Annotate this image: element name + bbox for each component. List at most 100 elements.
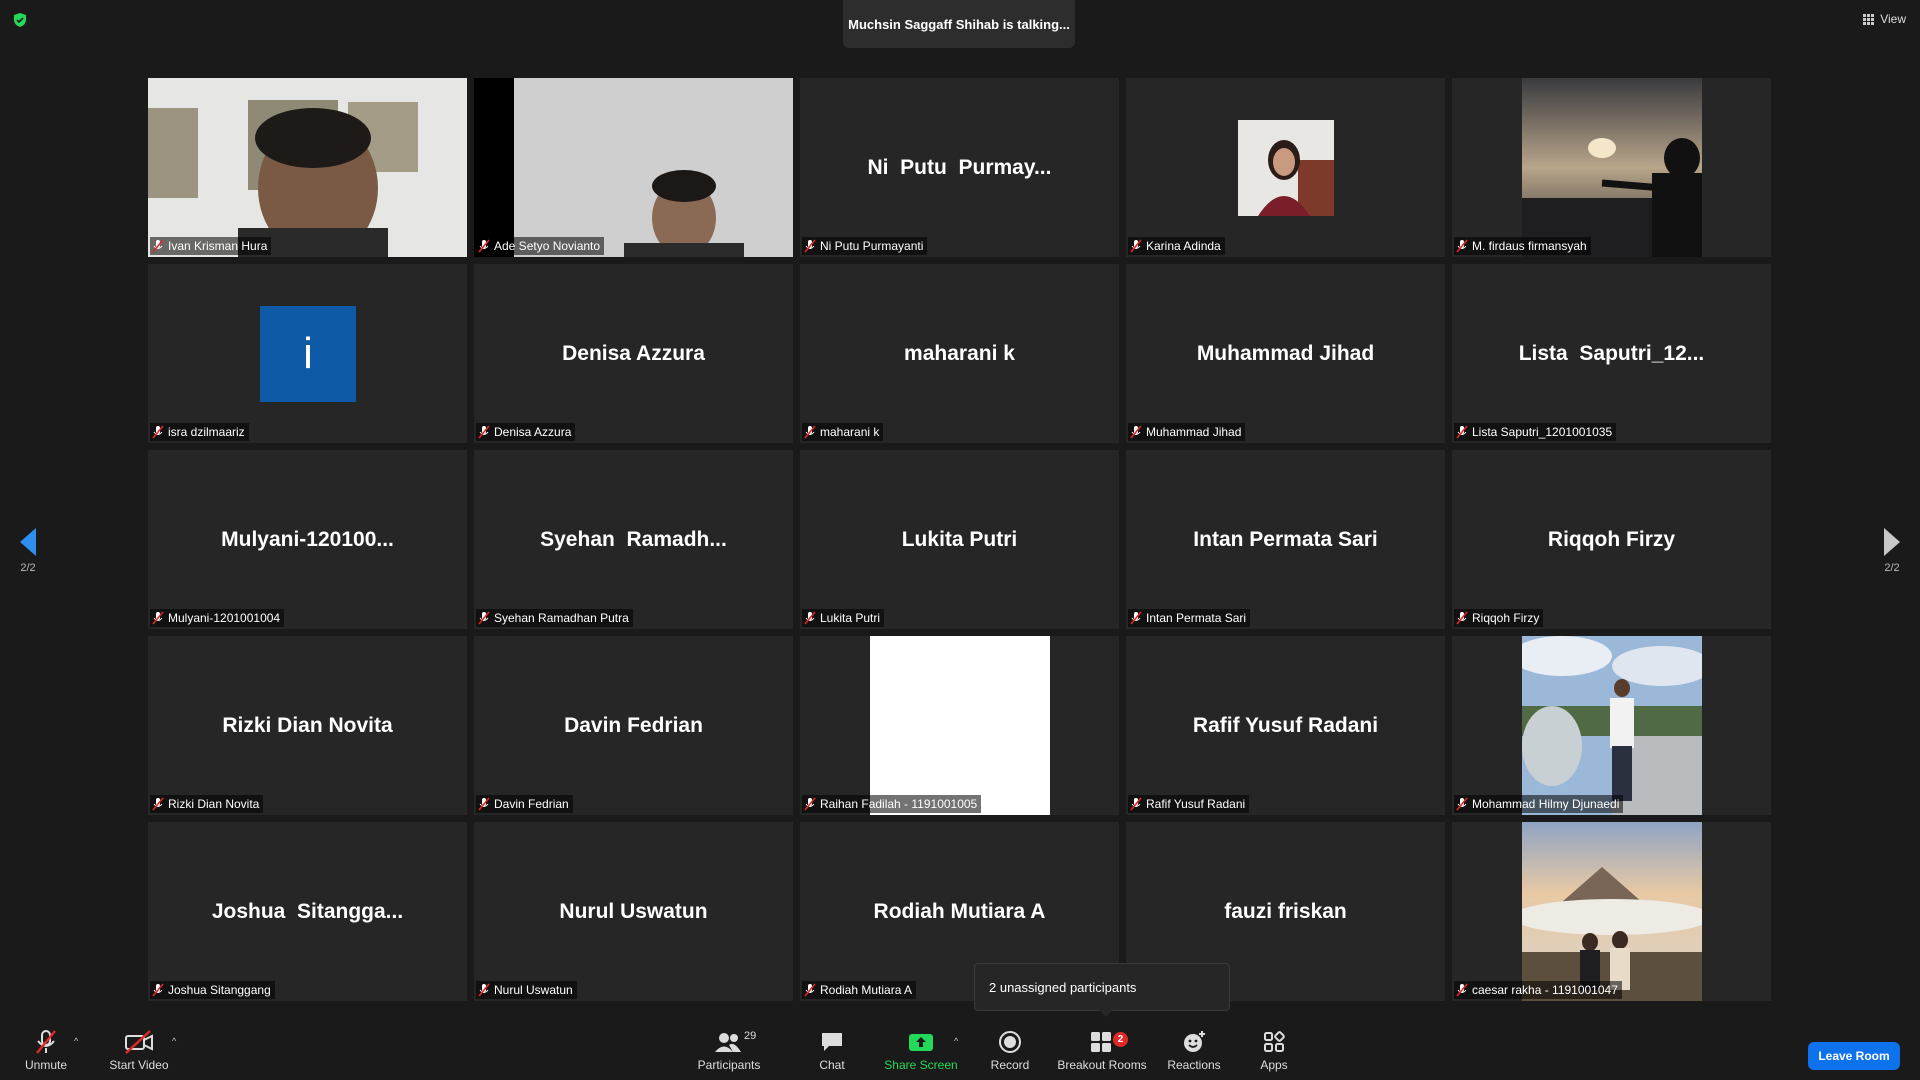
- participant-name-tag: Riqqoh Firzy: [1454, 609, 1544, 627]
- participant-name-tag: Mulyani-1201001004: [150, 609, 285, 627]
- participant-display-name: Denisa Azzura: [562, 341, 705, 365]
- next-page-button[interactable]: 2/2: [1872, 528, 1912, 574]
- participant-name-tag: Karina Adinda: [1128, 237, 1225, 255]
- grid-view-icon: [1863, 13, 1875, 25]
- participant-name-tag: Muhammad Jihad: [1128, 423, 1246, 441]
- video-tile[interactable]: Mohammad Hilmy Djunaedi: [1452, 636, 1771, 815]
- share-screen-label: Share Screen: [884, 1058, 958, 1072]
- start-video-button[interactable]: Start Video: [106, 1026, 172, 1072]
- participant-name-tag: caesar rakha - 1191001047: [1454, 981, 1622, 999]
- participant-name-tag: Raihan Fadilah - 1191001005: [802, 795, 982, 813]
- unmute-label: Unmute: [24, 1058, 68, 1072]
- active-speaker-text: Muchsin Saggaff Shihab is talking...: [848, 16, 1070, 32]
- muted-mic-icon: [152, 425, 164, 439]
- video-options-chevron-icon[interactable]: ^: [172, 1036, 176, 1046]
- video-tile[interactable]: M. firdaus firmansyah: [1452, 78, 1771, 257]
- muted-mic-icon: [478, 611, 490, 625]
- participant-name-tag: Joshua Sitanggang: [150, 981, 275, 999]
- chat-icon: [820, 1026, 844, 1058]
- reactions-label: Reactions: [1167, 1058, 1221, 1072]
- participant-name-tag: Ni Putu Purmayanti: [802, 237, 928, 255]
- shield-icon[interactable]: [12, 12, 28, 28]
- muted-mic-icon: [152, 239, 164, 253]
- participant-name-tag: M. firdaus firmansyah: [1454, 237, 1591, 255]
- share-screen-button[interactable]: Share Screen: [884, 1026, 958, 1072]
- video-tile[interactable]: Ade Setyo Novianto: [474, 78, 793, 257]
- muted-mic-icon: [1130, 425, 1142, 439]
- arrow-left-icon: [20, 528, 36, 556]
- participant-display-name: Muhammad Jihad: [1196, 341, 1375, 365]
- view-button[interactable]: View: [1863, 12, 1906, 26]
- breakout-rooms-icon: [1090, 1026, 1114, 1058]
- video-tile[interactable]: Ivan Krisman Hura: [148, 78, 467, 257]
- video-tile[interactable]: Ni Putu Purmay... Ni Putu Purmayanti: [800, 78, 1119, 257]
- participant-name-tag: maharani k: [802, 423, 884, 441]
- participant-name-tag: Rodiah Mutiara A: [802, 981, 917, 999]
- video-tile[interactable]: Mulyani-120100... Mulyani-1201001004: [148, 450, 467, 629]
- meeting-toolbar: Unmute ^ Start Video ^ Participants 29 C…: [0, 1024, 1920, 1080]
- video-tile[interactable]: Riqqoh Firzy Riqqoh Firzy: [1452, 450, 1771, 629]
- video-tile[interactable]: Intan Permata Sari Intan Permata Sari: [1126, 450, 1445, 629]
- apps-button[interactable]: Apps: [1254, 1026, 1294, 1072]
- participant-name-tag: Intan Permata Sari: [1128, 609, 1251, 627]
- reactions-button[interactable]: Reactions: [1164, 1026, 1224, 1072]
- participant-name-tag: Mohammad Hilmy Djunaedi: [1454, 795, 1624, 813]
- tooltip-text: 2 unassigned participants: [989, 979, 1137, 995]
- muted-mic-icon: [152, 797, 164, 811]
- video-tile[interactable]: Muhammad Jihad Muhammad Jihad: [1126, 264, 1445, 443]
- participant-name-tag: Lista Saputri_1201001035: [1454, 423, 1617, 441]
- participant-display-name: fauzi friskan: [1224, 899, 1347, 923]
- participant-display-name: Nurul Uswatun: [559, 899, 708, 923]
- participant-display-name: Rodiah Mutiara A: [873, 899, 1046, 923]
- participant-display-name: Mulyani-120100...: [221, 527, 394, 551]
- share-screen-icon: [908, 1026, 934, 1058]
- video-tile[interactable]: Denisa Azzura Denisa Azzura: [474, 264, 793, 443]
- arrow-right-icon: [1884, 528, 1900, 556]
- muted-mic-icon: [152, 983, 164, 997]
- chat-label: Chat: [819, 1058, 845, 1072]
- participant-name-tag: Nurul Uswatun: [476, 981, 577, 999]
- video-tile[interactable]: Lista Saputri_12... Lista Saputri_120100…: [1452, 264, 1771, 443]
- leave-room-button[interactable]: Leave Room: [1808, 1042, 1900, 1070]
- muted-mic-icon: [478, 983, 490, 997]
- share-options-chevron-icon[interactable]: ^: [954, 1036, 958, 1046]
- muted-mic-icon: [804, 983, 816, 997]
- record-button[interactable]: Record: [988, 1026, 1032, 1072]
- page-indicator-right: 2/2: [1884, 562, 1900, 574]
- participant-name-tag: Davin Fedrian: [476, 795, 573, 813]
- video-tile[interactable]: i isra dzilmaariz: [148, 264, 467, 443]
- muted-mic-icon: [33, 1026, 59, 1058]
- muted-mic-icon: [1456, 425, 1468, 439]
- video-tile[interactable]: maharani k maharani k: [800, 264, 1119, 443]
- video-tile[interactable]: Rafif Yusuf Radani Rafif Yusuf Radani: [1126, 636, 1445, 815]
- video-tile[interactable]: Nurul Uswatun Nurul Uswatun: [474, 822, 793, 1001]
- participants-label: Participants: [697, 1058, 761, 1072]
- participant-display-name: Ni Putu Purmay...: [867, 155, 1052, 179]
- muted-mic-icon: [1130, 797, 1142, 811]
- video-tile[interactable]: Raihan Fadilah - 1191001005: [800, 636, 1119, 815]
- muted-mic-icon: [1130, 239, 1142, 253]
- video-tile[interactable]: Lukita Putri Lukita Putri: [800, 450, 1119, 629]
- participants-count: 29: [744, 1030, 757, 1042]
- unmute-button[interactable]: Unmute: [22, 1026, 70, 1072]
- video-tile[interactable]: Syehan Ramadh... Syehan Ramadhan Putra: [474, 450, 793, 629]
- muted-mic-icon: [804, 239, 816, 253]
- chat-button[interactable]: Chat: [810, 1026, 854, 1072]
- breakout-rooms-button[interactable]: Breakout Rooms: [1056, 1026, 1148, 1072]
- muted-mic-icon: [804, 797, 816, 811]
- view-label: View: [1880, 12, 1906, 26]
- apps-icon: [1263, 1026, 1285, 1058]
- active-speaker-banner: Muchsin Saggaff Shihab is talking...: [843, 0, 1075, 48]
- audio-options-chevron-icon[interactable]: ^: [74, 1036, 78, 1046]
- video-tile[interactable]: Rizki Dian Novita Rizki Dian Novita: [148, 636, 467, 815]
- video-tile[interactable]: caesar rakha - 1191001047: [1452, 822, 1771, 1001]
- video-tile[interactable]: Karina Adinda: [1126, 78, 1445, 257]
- previous-page-button[interactable]: 2/2: [8, 528, 48, 574]
- muted-mic-icon: [1456, 983, 1468, 997]
- participant-video: [474, 78, 793, 257]
- video-tile[interactable]: Joshua Sitangga... Joshua Sitanggang: [148, 822, 467, 1001]
- video-tile[interactable]: Davin Fedrian Davin Fedrian: [474, 636, 793, 815]
- zoom-meeting-window: Muchsin Saggaff Shihab is talking... Vie…: [0, 0, 1920, 1080]
- participant-name-tag: Ivan Krisman Hura: [150, 237, 272, 255]
- muted-mic-icon: [152, 611, 164, 625]
